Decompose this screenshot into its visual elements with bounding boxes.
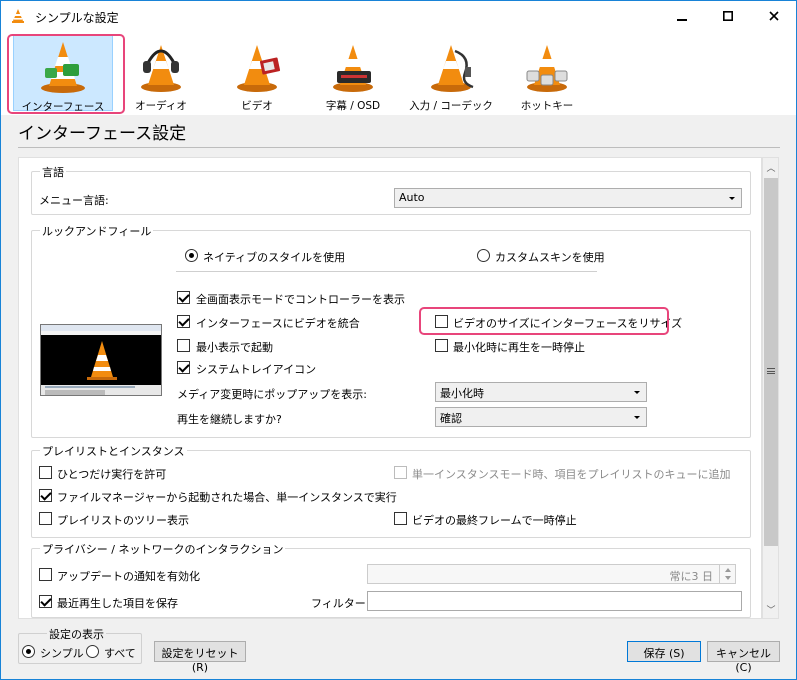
reset-preferences-button[interactable]: 設定をリセット (R) [154,641,246,674]
resume-select[interactable]: 確認 [435,407,647,427]
tab-subtitle-osd[interactable]: 字幕 / OSD [305,35,401,112]
update-interval-spinbox[interactable]: 常に3 日 [367,564,736,584]
vlc-cone-icon [41,42,85,93]
native-style-radio[interactable] [185,249,198,262]
subtitle-cone-icon [333,45,373,92]
vertical-scrollbar[interactable]: ︿ ﹀ [762,157,779,619]
view-simple-label: シンプル [40,647,84,660]
update-notify-checkbox[interactable] [39,568,52,581]
page-title: インターフェース設定 [18,124,187,144]
enqueue-single-checkbox[interactable] [394,466,407,479]
menu-language-select[interactable]: Auto [394,188,742,208]
start-minimized-checkbox[interactable] [177,339,190,352]
tab-label: オーディオ [135,100,187,112]
tab-label: 字幕 / OSD [325,100,381,112]
tab-video[interactable]: ビデオ [209,35,305,112]
group-title: プレイリストとインスタンス [40,443,187,459]
integrate-video-label: インターフェースにビデオを統合 [196,317,360,330]
pause-last-frame-label: ビデオの最終フレームで一時停止 [412,514,577,527]
file-manager-single-label: ファイルマネージャーから起動された場合、単一インスタンスで実行 [57,491,397,504]
cancel-button[interactable]: キャンセル (C) [707,641,780,674]
tab-hotkeys[interactable]: ホットキー [501,35,593,112]
scroll-up-button[interactable]: ︿ [764,159,778,175]
filter-input[interactable] [367,591,742,611]
file-manager-single-checkbox[interactable] [39,489,52,502]
tab-label: ホットキー [520,100,574,112]
tab-input-codec[interactable]: 入力 / コーデック [401,35,501,112]
custom-skin-radio[interactable] [477,249,490,262]
close-icon [769,11,779,21]
tab-audio[interactable]: オーディオ [113,35,209,112]
pause-last-frame-checkbox[interactable] [394,512,407,525]
tree-view-label: プレイリストのツリー表示 [57,514,189,527]
title-bar[interactable]: シンプルな設定 [1,1,796,31]
menu-language-label: メニュー言語: [39,194,109,207]
one-instance-label: ひとつだけ実行を許可 [57,468,167,481]
resize-interface-checkbox[interactable] [435,315,448,328]
chevron-up-icon: ︿ [766,163,776,174]
tab-label: インターフェース [21,101,105,113]
resize-interface-label: ビデオのサイズにインターフェースをリサイズ [453,317,683,330]
spin-icon [725,568,731,580]
style-divider [176,271,597,272]
tab-label: ビデオ [241,100,273,112]
fullscreen-controller-checkbox[interactable] [177,291,190,304]
minimize-button[interactable] [659,1,705,31]
tab-label: 入力 / コーデック [409,100,493,112]
scroll-down-button[interactable]: ﹀ [764,601,778,617]
filter-label: フィルター: [311,597,370,610]
settings-window: シンプルな設定 インターフェース オーディオ ビデオ 字幕 / OSD 入力 /… [0,0,797,680]
close-button[interactable] [751,1,796,31]
enqueue-single-label: 単一インスタンスモード時、項目をプレイリストのキューに追加 [412,468,731,481]
native-style-label: ネイティブのスタイルを使用 [203,251,346,264]
systray-label: システムトレイアイコン [196,363,317,376]
scrollbar-thumb[interactable] [764,178,778,546]
cable-cone-icon [431,45,474,92]
fullscreen-controller-label: 全画面表示モードでコントローラーを表示 [196,293,405,306]
spin-arrows[interactable] [719,565,735,583]
maximize-icon [723,11,733,21]
one-instance-checkbox[interactable] [39,466,52,479]
chevron-down-icon: ﹀ [766,605,776,616]
grip-icon [767,368,775,374]
popup-select[interactable]: 最小化時 [435,382,647,402]
group-title: プライバシー / ネットワークのインタラクション [40,541,286,557]
update-interval-value: 常に3 日 [669,570,714,583]
vlc-app-icon [12,9,24,23]
film-cone-icon [237,45,281,92]
start-minimized-label: 最小表示で起動 [196,341,273,354]
view-all-radio[interactable] [86,645,99,658]
title-divider [18,147,780,148]
keyboard-cone-icon [526,45,568,92]
group-title: 言語 [40,164,66,180]
save-recent-checkbox[interactable] [39,595,52,608]
interface-preview-image [40,324,162,396]
save-recent-label: 最近再生した項目を保存 [57,597,178,610]
tab-interface[interactable]: インターフェース [13,35,113,113]
view-simple-radio[interactable] [22,645,35,658]
window-title: シンプルな設定 [35,11,119,25]
pause-minimized-label: 最小化時に再生を一時停止 [453,341,585,354]
resume-label: 再生を継続しますか? [177,413,282,426]
integrate-video-checkbox[interactable] [177,315,190,328]
category-toolbar: インターフェース オーディオ ビデオ 字幕 / OSD 入力 / コーデック ホ… [1,31,796,115]
headphones-cone-icon [141,45,181,92]
popup-label: メディア変更時にポップアップを表示: [177,388,367,401]
save-button[interactable]: 保存 (S) [627,641,701,662]
update-notify-label: アップデートの通知を有効化 [57,570,200,583]
group-title: 設定の表示 [47,626,106,642]
group-title: ルックアンドフィール [40,223,154,239]
view-all-label: すべて [104,647,136,660]
pause-minimized-checkbox[interactable] [435,339,448,352]
systray-checkbox[interactable] [177,361,190,374]
custom-skin-label: カスタムスキンを使用 [495,251,605,264]
tree-view-checkbox[interactable] [39,512,52,525]
maximize-button[interactable] [705,1,751,31]
minimize-icon [677,19,687,21]
